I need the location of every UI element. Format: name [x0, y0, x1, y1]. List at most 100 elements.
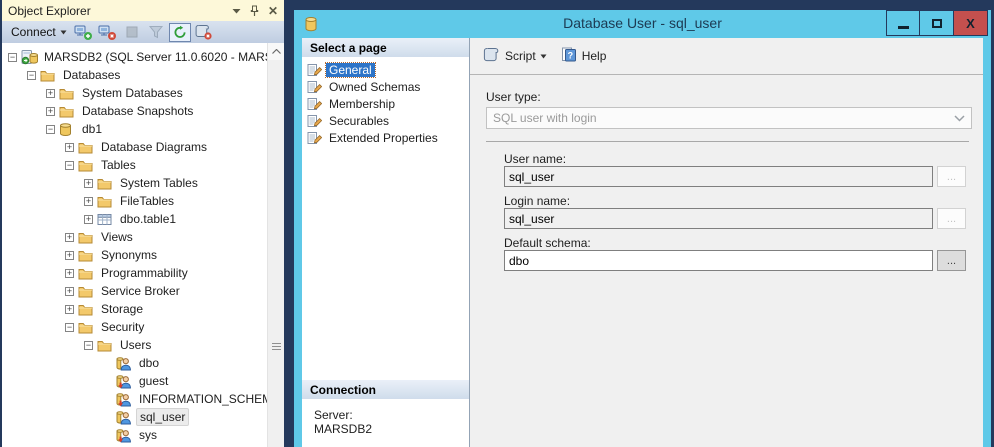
collapse-icon[interactable]: −: [27, 71, 36, 80]
folder-icon: [78, 231, 95, 244]
close-icon[interactable]: ✕: [268, 6, 278, 16]
disconnect-server-icon[interactable]: [97, 23, 119, 42]
page-item-label: Extended Properties: [326, 131, 441, 145]
expand-icon[interactable]: +: [84, 197, 93, 206]
tree-item[interactable]: dbo: [2, 354, 267, 372]
connect-button[interactable]: Connect: [7, 23, 71, 41]
tree-item-label: sql_user: [136, 408, 189, 426]
tree-item[interactable]: −db1: [2, 120, 267, 138]
maximize-button[interactable]: [920, 10, 954, 36]
tree-item-label: Service Broker: [98, 283, 183, 299]
select-a-page-header: Select a page: [302, 38, 469, 57]
expand-icon[interactable]: +: [65, 269, 74, 278]
tree-scrollbar[interactable]: [267, 43, 284, 447]
default-schema-input[interactable]: [504, 250, 933, 271]
user-disabled-icon: [116, 392, 133, 407]
expand-icon[interactable]: +: [65, 143, 74, 152]
tree-item[interactable]: guest: [2, 372, 267, 390]
page-icon: [307, 80, 322, 94]
tree-item[interactable]: +dbo.table1: [2, 210, 267, 228]
collapse-icon[interactable]: −: [8, 53, 17, 62]
chevron-down-icon[interactable]: [540, 54, 547, 59]
page-item-owned-schemas[interactable]: Owned Schemas: [302, 78, 469, 95]
pin-icon[interactable]: [250, 5, 259, 17]
folder-icon: [59, 105, 76, 118]
expand-icon[interactable]: +: [65, 233, 74, 242]
tree-item[interactable]: −MARSDB2 (SQL Server 11.0.6020 - MARSD: [2, 48, 267, 66]
table-icon: [97, 213, 114, 226]
tree-item[interactable]: + Database Diagrams: [2, 138, 267, 156]
default-schema-label: Default schema:: [504, 236, 591, 250]
close-button[interactable]: X: [954, 10, 988, 36]
collapse-icon[interactable]: −: [84, 341, 93, 350]
page-item-extended-properties[interactable]: Extended Properties: [302, 129, 469, 146]
tree-item[interactable]: +Views: [2, 228, 267, 246]
window-position-icon[interactable]: [232, 8, 241, 14]
page-icon: [307, 114, 322, 128]
tree-item-label: Users: [117, 337, 154, 353]
user-type-select[interactable]: SQL user with login: [486, 107, 972, 129]
default-schema-browse-button[interactable]: ...: [937, 250, 966, 271]
help-icon[interactable]: ?: [561, 47, 577, 65]
login-name-browse-button[interactable]: ...: [937, 208, 966, 229]
expand-icon[interactable]: +: [46, 107, 55, 116]
tree-item[interactable]: +FileTables: [2, 192, 267, 210]
tree-item[interactable]: +Synonyms: [2, 246, 267, 264]
collapse-icon[interactable]: −: [46, 125, 55, 134]
tree-item[interactable]: + Storage: [2, 300, 267, 318]
tree-item-label: System Tables: [117, 175, 201, 191]
user-name-input[interactable]: [504, 166, 933, 187]
connect-server-icon[interactable]: [73, 23, 95, 42]
collapse-icon[interactable]: −: [65, 323, 74, 332]
script-error-icon[interactable]: [193, 23, 215, 42]
collapse-icon[interactable]: −: [65, 161, 74, 170]
expand-icon[interactable]: +: [46, 89, 55, 98]
scrollbar-thumb-grip[interactable]: [272, 343, 281, 352]
connection-section: Connection Server: MARSDB2 Connection:: [302, 380, 469, 447]
script-icon[interactable]: [482, 47, 500, 65]
stop-icon[interactable]: [121, 23, 143, 42]
page-item-securables[interactable]: Securables: [302, 112, 469, 129]
folder-icon: [78, 141, 95, 154]
tree-item[interactable]: sql_user: [2, 408, 267, 426]
expand-icon[interactable]: +: [65, 305, 74, 314]
object-explorer-tree: −MARSDB2 (SQL Server 11.0.6020 - MARSD−D…: [2, 43, 284, 447]
tree-item[interactable]: +Programmability: [2, 264, 267, 282]
tree-item-label: Storage: [98, 301, 146, 317]
filter-icon[interactable]: [145, 23, 167, 42]
script-button[interactable]: Script: [505, 49, 536, 63]
user-name-browse-button[interactable]: ...: [937, 166, 966, 187]
tree-item[interactable]: + System Databases: [2, 84, 267, 102]
tree-item[interactable]: sys: [2, 426, 267, 444]
minimize-button[interactable]: [886, 10, 920, 36]
expand-icon[interactable]: +: [84, 215, 93, 224]
user-disabled-icon: [116, 374, 133, 389]
minimize-icon: [898, 26, 909, 29]
dialog-titlebar[interactable]: Database User - sql_user X: [294, 10, 991, 38]
tree-item[interactable]: − Users: [2, 336, 267, 354]
tree-item[interactable]: −Databases: [2, 66, 267, 84]
tree-item[interactable]: −Security: [2, 318, 267, 336]
tree-item[interactable]: + System Tables: [2, 174, 267, 192]
tree-item-label: Database Diagrams: [98, 139, 210, 155]
tree-item[interactable]: + Service Broker: [2, 282, 267, 300]
server-value: MARSDB2: [314, 422, 469, 436]
expand-icon[interactable]: +: [65, 251, 74, 260]
tree-item-label: guest: [136, 373, 171, 389]
expand-icon[interactable]: +: [84, 179, 93, 188]
tree-item[interactable]: INFORMATION_SCHEMA: [2, 390, 267, 408]
refresh-icon[interactable]: [169, 23, 191, 42]
svg-text:?: ?: [567, 50, 573, 60]
expand-icon[interactable]: +: [65, 287, 74, 296]
tree-item[interactable]: +Database Snapshots: [2, 102, 267, 120]
page-item-membership[interactable]: Membership: [302, 95, 469, 112]
login-name-input[interactable]: [504, 208, 933, 229]
scroll-up-icon[interactable]: [268, 43, 284, 60]
help-button[interactable]: Help: [582, 49, 607, 63]
tree-item[interactable]: −Tables: [2, 156, 267, 174]
folder-icon: [97, 177, 114, 190]
dialog-toolbar: Script ? Help: [470, 38, 983, 75]
page-item-general[interactable]: General: [302, 61, 469, 78]
database-icon: [59, 122, 76, 137]
tree-item-label: System Databases: [79, 85, 186, 101]
